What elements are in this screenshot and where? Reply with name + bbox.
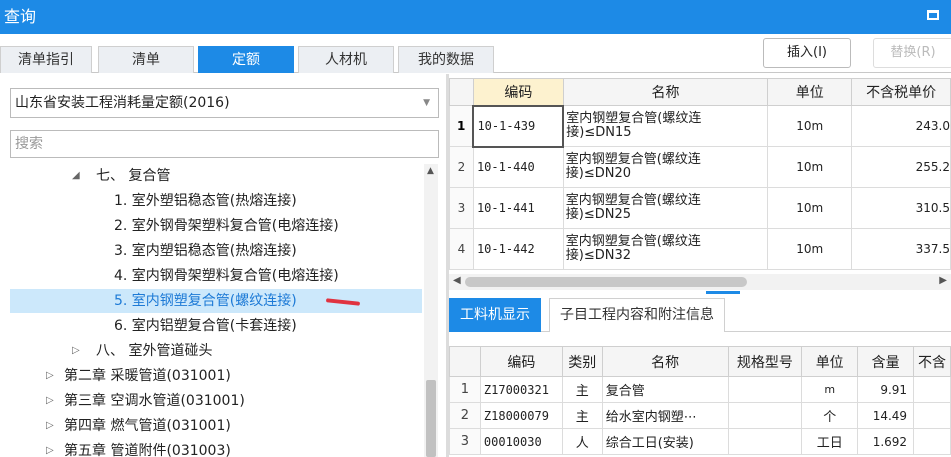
tab-my-data[interactable]: 我的数据: [398, 46, 494, 73]
collapsed-arrow-icon[interactable]: ▷: [46, 389, 54, 413]
quota-library-select[interactable]: 山东省安装工程消耗量定额(2016) ▼: [10, 88, 439, 118]
table-row[interactable]: 3 00010030 人 综合工日(安装) 工日 1.692: [449, 428, 951, 455]
quota-library-value: 山东省安装工程消耗量定额(2016): [15, 95, 230, 111]
table-row[interactable]: 1 10-1-439 室内钢塑复合管(螺纹连 接)≤DN15 10m 243.0: [449, 104, 951, 148]
tree-node[interactable]: 1. 室外塑铝稳态管(热熔连接): [0, 189, 424, 213]
detail-tabbar: 工料机显示 子目工程内容和附注信息: [449, 298, 951, 332]
table-row[interactable]: 2 Z18000079 主 给水室内钢塑⋯ 个 14.49: [449, 402, 951, 429]
expanded-arrow-icon[interactable]: ◢: [72, 164, 80, 188]
tab-quota[interactable]: 定额: [198, 46, 294, 73]
splitter-grip[interactable]: [706, 291, 740, 294]
tree-node[interactable]: ▷ 第四章 燃气管道(031001): [0, 414, 424, 438]
tree-node[interactable]: ▷ 第二章 采暖管道(031001): [0, 364, 424, 388]
tree-scrollbar[interactable]: ▲: [424, 164, 438, 457]
collapsed-arrow-icon[interactable]: ▷: [46, 364, 54, 388]
tree-node[interactable]: ◢ 七、 复合管: [0, 164, 424, 188]
tab-resource-display[interactable]: 工料机显示: [449, 298, 541, 332]
tab-labor-material-machine[interactable]: 人材机: [298, 46, 394, 73]
tree-node[interactable]: 6. 室内铝塑复合管(卡套连接): [0, 314, 424, 338]
column-header-unit[interactable]: 单位: [801, 346, 859, 377]
table-row[interactable]: 3 10-1-441 室内钢塑复合管(螺纹连 接)≤DN25 10m 310.5: [449, 187, 951, 229]
quota-grid-hscrollbar[interactable]: ◀ ▶: [449, 274, 951, 290]
maximize-icon[interactable]: [927, 10, 939, 20]
column-header-extra[interactable]: 不含: [913, 346, 951, 377]
column-header-price[interactable]: 不含税单价: [851, 78, 951, 106]
column-header-code[interactable]: 编码: [479, 346, 563, 377]
search-input[interactable]: 搜索: [10, 130, 439, 158]
window-titlebar: 查询: [0, 0, 951, 34]
table-row[interactable]: 2 10-1-440 室内钢塑复合管(螺纹连 接)≤DN20 10m 255.2: [449, 146, 951, 188]
chevron-down-icon[interactable]: ▼: [423, 89, 430, 117]
tab-item-content-notes[interactable]: 子目工程内容和附注信息: [549, 298, 725, 332]
insert-button[interactable]: 插入(I): [763, 38, 851, 68]
scroll-up-icon[interactable]: ▲: [427, 166, 434, 176]
table-row[interactable]: 1 Z17000321 主 复合管 m 9.91: [449, 376, 951, 403]
tab-list-guide[interactable]: 清单指引: [0, 46, 92, 73]
quota-grid-header: 编码 名称 单位 不含税单价: [449, 78, 951, 106]
column-header-type[interactable]: 类别: [561, 346, 603, 377]
column-header-name[interactable]: 名称: [562, 78, 769, 106]
tree-node-selected[interactable]: 5. 室内钢塑复合管(螺纹连接): [10, 289, 422, 313]
left-pane: 山东省安装工程消耗量定额(2016) ▼ 搜索 ◢ 七、 复合管 1. 室外塑铝…: [0, 74, 446, 457]
scroll-thumb[interactable]: [426, 380, 436, 457]
tree-node[interactable]: 4. 室内钢骨架塑料复合管(电熔连接): [0, 264, 424, 288]
tree-node[interactable]: ▷ 第五章 管道附件(031003): [0, 439, 424, 457]
tab-list[interactable]: 清单: [98, 46, 194, 73]
replace-button[interactable]: 替换(R): [873, 38, 951, 68]
scroll-thumb[interactable]: [465, 277, 747, 287]
tree-node[interactable]: 2. 室外钢骨架塑料复合管(电熔连接): [0, 214, 424, 238]
tree-node[interactable]: ▷ 八、 室外管道碰头: [0, 339, 424, 363]
collapsed-arrow-icon[interactable]: ▷: [46, 414, 54, 438]
column-header-code[interactable]: 编码: [472, 78, 564, 106]
tree-node[interactable]: 3. 室内塑铝稳态管(热熔连接): [0, 239, 424, 263]
collapsed-arrow-icon[interactable]: ▷: [46, 439, 54, 457]
tree-node[interactable]: ▷ 第三章 空调水管道(031001): [0, 389, 424, 413]
collapsed-arrow-icon[interactable]: ▷: [72, 339, 80, 363]
red-underline-mark: [325, 298, 361, 306]
column-header-unit[interactable]: 单位: [767, 78, 853, 106]
scroll-right-icon[interactable]: ▶: [939, 275, 947, 286]
quota-grid: 编码 名称 单位 不含税单价 1 10-1-439 室内钢塑复合管(螺纹连 接)≤…: [449, 78, 951, 270]
column-header-name[interactable]: 名称: [601, 346, 729, 377]
window-title: 查询: [4, 7, 37, 26]
scroll-left-icon[interactable]: ◀: [453, 275, 461, 286]
column-header-qty[interactable]: 含量: [857, 346, 915, 377]
table-row[interactable]: 4 10-1-442 室内钢塑复合管(螺纹连 接)≤DN32 10m 337.5: [449, 228, 951, 270]
column-header-spec[interactable]: 规格型号: [727, 346, 803, 377]
quota-tree: ◢ 七、 复合管 1. 室外塑铝稳态管(热熔连接) 2. 室外钢骨架塑料复合管(…: [0, 164, 424, 457]
resource-grid-header: 编码 类别 名称 规格型号 单位 含量 不含: [449, 346, 951, 377]
resource-grid: 编码 类别 名称 规格型号 单位 含量 不含 1 Z17000321 主 复合管…: [449, 346, 951, 455]
